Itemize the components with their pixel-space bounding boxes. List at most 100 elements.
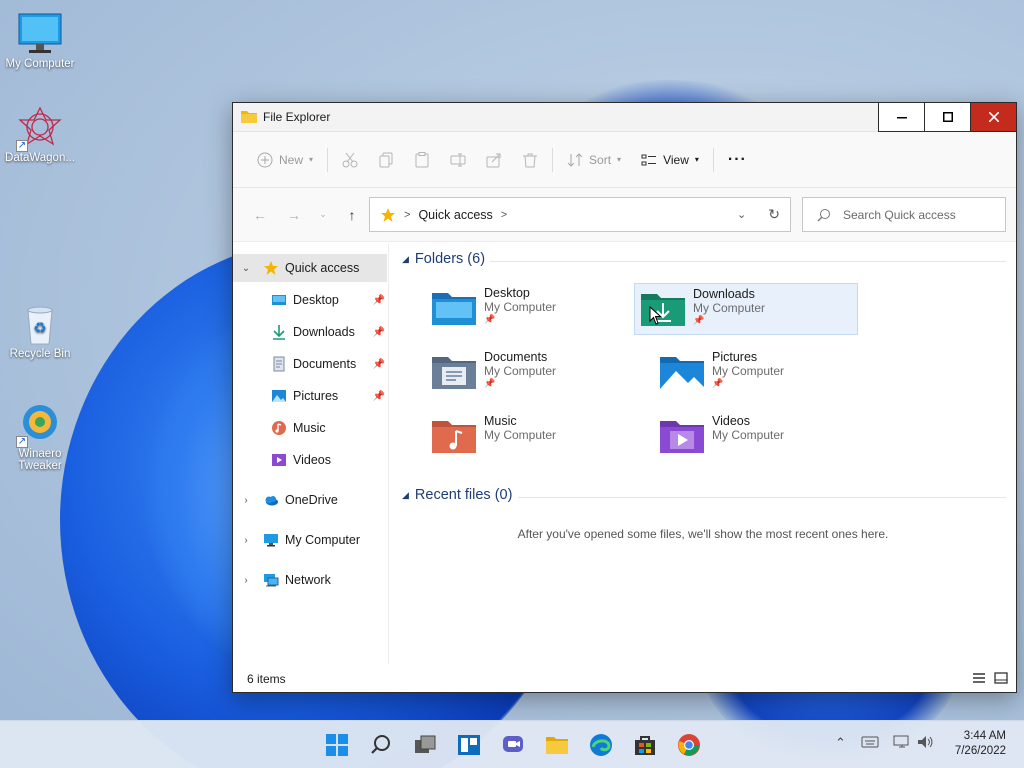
sidebar-item-network[interactable]: › Network xyxy=(233,566,389,594)
store-icon[interactable] xyxy=(633,733,657,757)
new-label: New xyxy=(279,152,304,167)
forward-button[interactable]: → xyxy=(279,200,309,230)
more-icon: ··· xyxy=(727,150,747,168)
star-icon xyxy=(264,261,278,275)
pin-icon: 📌 xyxy=(484,378,496,388)
chrome-icon[interactable] xyxy=(677,733,701,757)
close-icon xyxy=(988,112,999,122)
widgets-icon[interactable] xyxy=(457,733,481,757)
sort-icon xyxy=(567,152,583,167)
back-button[interactable]: ← xyxy=(245,200,275,230)
chevron-right-icon[interactable]: › xyxy=(239,535,253,546)
shortcut-arrow-icon: ↗ xyxy=(16,436,28,448)
recent-locations-button[interactable]: ⌄ xyxy=(313,200,333,230)
recent-files-group-header[interactable]: ◢ Recent files (0) xyxy=(402,487,512,503)
search-input[interactable]: Search Quick access xyxy=(802,197,1006,232)
chevron-right-icon[interactable]: › xyxy=(239,575,253,586)
chevron-up-icon[interactable]: ⌃ xyxy=(835,735,846,751)
sidebar-item-label: Desktop xyxy=(293,293,339,307)
folder-tile-desktop[interactable]: Desktop My Computer 📌 xyxy=(426,283,650,335)
network-tray-icon[interactable] xyxy=(893,735,911,752)
minimize-button[interactable] xyxy=(878,103,924,132)
folder-tile-music[interactable]: Music My Computer xyxy=(426,411,650,463)
address-dropdown-icon[interactable]: ⌄ xyxy=(737,208,746,221)
svg-text:♻: ♻ xyxy=(33,319,46,337)
copy-button[interactable] xyxy=(368,144,404,176)
sidebar-item-videos[interactable]: Videos xyxy=(233,446,389,474)
new-icon xyxy=(257,152,273,167)
tiles-view-icon[interactable] xyxy=(994,671,1008,687)
sidebar-item-label: Downloads xyxy=(293,325,355,339)
more-options-button[interactable]: ··· xyxy=(718,144,757,176)
sidebar-item-my-computer[interactable]: › My Computer xyxy=(233,526,389,554)
documents-icon xyxy=(273,356,285,372)
window-title: File Explorer xyxy=(263,110,331,124)
volume-icon[interactable] xyxy=(917,735,935,752)
up-button[interactable]: ↑ xyxy=(337,200,367,230)
refresh-icon[interactable]: ↻ xyxy=(768,206,780,223)
desktop-icon-my-computer[interactable]: My Computer xyxy=(0,12,80,70)
view-button[interactable]: View ▾ xyxy=(631,144,709,176)
item-count: 6 items xyxy=(247,672,286,686)
search-icon[interactable] xyxy=(369,733,393,757)
sidebar-item-downloads[interactable]: Downloads 📌 xyxy=(233,318,389,346)
folder-tile-pictures[interactable]: Pictures My Computer 📌 xyxy=(654,347,878,399)
sidebar-item-documents[interactable]: Documents 📌 xyxy=(233,350,389,378)
sort-button[interactable]: Sort ▾ xyxy=(557,144,631,176)
folder-tile-documents[interactable]: Documents My Computer 📌 xyxy=(426,347,650,399)
network-icon xyxy=(264,574,279,587)
breadcrumb-quick-access[interactable]: Quick access xyxy=(418,208,492,222)
folders-group-header[interactable]: ◢ Folders (6) xyxy=(402,251,485,267)
sidebar-item-pictures[interactable]: Pictures 📌 xyxy=(233,382,389,410)
sidebar-item-music[interactable]: Music xyxy=(233,414,389,442)
pin-icon: 📌 xyxy=(484,314,496,324)
datawagon-icon: ↗ xyxy=(16,106,64,152)
delete-button[interactable] xyxy=(512,144,548,176)
clock-date: 7/26/2022 xyxy=(954,745,1006,757)
folder-location: My Computer xyxy=(712,364,785,378)
taskbar-clock[interactable]: 3:44 AM 7/26/2022 xyxy=(955,729,1006,759)
keyboard-icon[interactable] xyxy=(861,735,879,752)
desktop-icon-recycle-bin[interactable]: ♻ Recycle Bin xyxy=(0,302,80,360)
start-icon[interactable] xyxy=(325,733,349,757)
sidebar-item-onedrive[interactable]: › OneDrive xyxy=(233,486,389,514)
rename-button[interactable] xyxy=(440,144,476,176)
title-bar[interactable]: File Explorer xyxy=(233,103,1016,132)
close-button[interactable] xyxy=(970,103,1016,132)
folder-tile-downloads[interactable]: Downloads My Computer 📌 xyxy=(634,283,858,335)
chat-icon[interactable] xyxy=(501,733,525,757)
paste-button[interactable] xyxy=(404,144,440,176)
desktop-icon-winaero-tweaker[interactable]: ↗ Winaero Tweaker xyxy=(0,402,80,472)
star-icon xyxy=(381,207,395,222)
details-view-icon[interactable] xyxy=(972,672,986,687)
sidebar-item-desktop[interactable]: Desktop 📌 xyxy=(233,286,389,314)
sort-label: Sort xyxy=(589,152,612,167)
pin-icon: 📌 xyxy=(712,378,724,388)
share-icon xyxy=(486,153,501,167)
task-view-icon[interactable] xyxy=(413,733,437,757)
address-bar[interactable]: > Quick access > ⌄ ↻ xyxy=(369,197,791,232)
search-placeholder: Search Quick access xyxy=(843,207,956,222)
cut-button[interactable] xyxy=(332,144,368,176)
pin-icon: 📌 xyxy=(372,294,385,306)
toolbar-divider xyxy=(552,147,554,172)
view-icon xyxy=(641,154,657,165)
desktop-icon-label: My Computer xyxy=(5,58,75,70)
clock-time: 3:44 AM xyxy=(963,730,1006,742)
maximize-button[interactable] xyxy=(924,103,970,132)
downloads-folder-icon xyxy=(641,290,685,328)
chevron-right-icon[interactable]: › xyxy=(239,495,253,506)
folder-tile-videos[interactable]: Videos My Computer xyxy=(654,411,878,463)
monitor-icon xyxy=(16,12,64,56)
sidebar-item-label: Videos xyxy=(293,453,331,467)
desktop-icon-datawagon[interactable]: ↗ DataWagon... xyxy=(0,106,80,164)
copy-icon xyxy=(379,152,393,167)
folder-name: Videos xyxy=(712,414,750,428)
command-bar: New ▾ Sort ▾ View ▾ ··· xyxy=(233,132,1016,188)
file-explorer-icon[interactable] xyxy=(545,733,569,757)
new-button[interactable]: New ▾ xyxy=(247,144,323,176)
chevron-down-icon[interactable]: ⌄ xyxy=(239,263,253,274)
share-button[interactable] xyxy=(476,144,512,176)
edge-icon[interactable] xyxy=(589,733,613,757)
sidebar-item-quick-access[interactable]: ⌄ Quick access xyxy=(233,254,387,282)
